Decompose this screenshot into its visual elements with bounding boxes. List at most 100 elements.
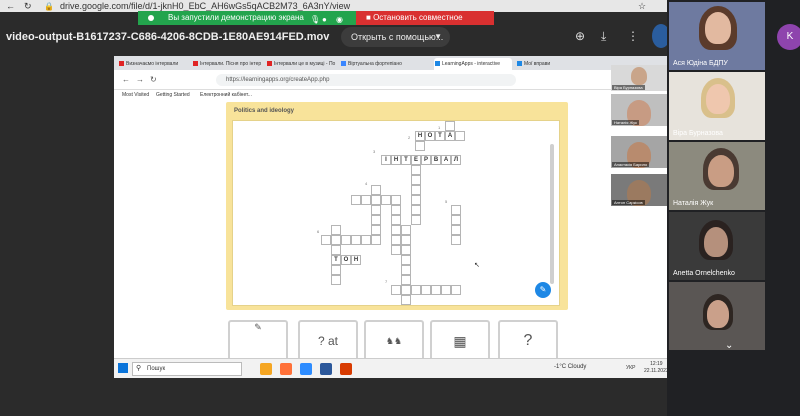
crossword-empty-cell[interactable] (351, 235, 361, 245)
crossword-letter-cell[interactable]: І (381, 155, 391, 165)
zoom-icon[interactable] (300, 363, 312, 375)
star-icon[interactable]: ☆ (638, 0, 646, 12)
back-icon[interactable]: ← (122, 75, 130, 84)
crossword-empty-cell[interactable] (415, 141, 425, 151)
crossword-empty-cell[interactable] (391, 225, 401, 235)
crossword-empty-cell[interactable] (401, 295, 411, 305)
crossword-empty-cell[interactable] (391, 215, 401, 225)
more-options-icon[interactable]: ⋮ (627, 29, 639, 43)
crossword-empty-cell[interactable] (371, 215, 381, 225)
thumbnail-sketch[interactable]: ✎ (228, 320, 288, 362)
crossword-empty-cell[interactable] (381, 195, 391, 205)
crossword-empty-cell[interactable] (391, 235, 401, 245)
crossword-empty-cell[interactable] (391, 245, 401, 255)
crossword-empty-cell[interactable] (401, 275, 411, 285)
crossword-letter-cell[interactable]: А (445, 131, 455, 141)
crossword-empty-cell[interactable] (331, 265, 341, 275)
participant-tile[interactable] (669, 282, 765, 350)
video-player[interactable]: Визначаємо інтервали Інтервали. Пісня пр… (114, 56, 684, 378)
word-icon[interactable] (320, 363, 332, 375)
firefox-icon[interactable] (280, 363, 292, 375)
crossword-empty-cell[interactable] (451, 235, 461, 245)
inner-tab[interactable]: Віртуальна фортепіано (340, 58, 412, 70)
inner-tab[interactable]: Інтервали. Пісня про інтер (192, 58, 264, 70)
crossword-empty-cell[interactable] (401, 265, 411, 275)
crossword-letter-cell[interactable]: Н (415, 131, 425, 141)
crossword-empty-cell[interactable] (411, 185, 421, 195)
refresh-icon[interactable]: ↻ (150, 75, 157, 84)
crossword-empty-cell[interactable] (411, 205, 421, 215)
crossword-empty-cell[interactable] (391, 205, 401, 215)
crossword-empty-cell[interactable] (411, 285, 421, 295)
crossword-empty-cell[interactable] (401, 225, 411, 235)
crossword-empty-cell[interactable] (331, 275, 341, 285)
add-to-drive-icon[interactable]: ⊕ (575, 29, 585, 43)
crossword-empty-cell[interactable] (445, 121, 455, 131)
inner-tab[interactable]: Мої вправи (516, 58, 576, 70)
crossword-letter-cell[interactable]: В (431, 155, 441, 165)
crossword-empty-cell[interactable] (431, 285, 441, 295)
crossword-empty-cell[interactable] (391, 195, 401, 205)
crossword-letter-cell[interactable]: О (341, 255, 351, 265)
crossword-empty-cell[interactable] (331, 225, 341, 235)
crossword-letter-cell[interactable]: Т (401, 155, 411, 165)
participant-tile[interactable]: Наталія Жук (669, 142, 765, 210)
inner-url-field[interactable]: https://learningapps.org/createApp.php (216, 74, 516, 86)
windows-start-icon[interactable] (118, 363, 128, 373)
crossword-letter-cell[interactable]: Р (421, 155, 431, 165)
bookmark[interactable]: Most Visited (122, 92, 149, 98)
crossword-empty-cell[interactable] (401, 255, 411, 265)
stop-sharing-button[interactable]: ■ Остановить совместное использование (356, 11, 494, 36)
forward-icon[interactable]: → (136, 75, 144, 84)
crossword-empty-cell[interactable] (351, 195, 361, 205)
thumbnail-horses[interactable]: ♞♞ (364, 320, 424, 362)
crossword-empty-cell[interactable] (401, 285, 411, 295)
crossword-letter-cell[interactable]: Е (411, 155, 421, 165)
participant-tile[interactable]: Anetta Ornelchenko (669, 212, 765, 280)
account-avatar[interactable]: K (777, 24, 800, 50)
crossword-empty-cell[interactable] (411, 175, 421, 185)
thumbnail-question[interactable]: ? (498, 320, 558, 362)
bookmark[interactable]: Електронний кабінет... (200, 92, 252, 98)
crossword-empty-cell[interactable] (361, 195, 371, 205)
crossword-empty-cell[interactable] (455, 131, 465, 141)
powerpoint-icon[interactable] (340, 363, 352, 375)
taskbar-search[interactable]: ⚲ Пошук (132, 362, 242, 376)
crossword-empty-cell[interactable] (411, 195, 421, 205)
crossword-empty-cell[interactable] (321, 235, 331, 245)
crossword-empty-cell[interactable] (371, 195, 381, 205)
bookmark[interactable]: Getting Started (156, 92, 190, 98)
crossword-letter-cell[interactable]: Л (451, 155, 461, 165)
participant-tile[interactable]: Ася Юдіна БДПУ (669, 2, 765, 70)
crossword-empty-cell[interactable] (451, 285, 461, 295)
crossword-letter-cell[interactable]: Т (331, 255, 341, 265)
crossword-empty-cell[interactable] (441, 285, 451, 295)
participant-tile[interactable]: Віра Бурназова (669, 72, 765, 140)
chevron-down-icon[interactable]: ⌄ (725, 340, 733, 351)
system-clock[interactable]: 12:19 22.11.2023 (644, 361, 669, 375)
crossword-empty-cell[interactable] (341, 235, 351, 245)
crossword-empty-cell[interactable] (401, 245, 411, 255)
crossword-empty-cell[interactable] (401, 235, 411, 245)
crossword-empty-cell[interactable] (411, 165, 421, 175)
crossword-letter-cell[interactable]: Н (351, 255, 361, 265)
file-explorer-icon[interactable] (260, 363, 272, 375)
crossword-letter-cell[interactable]: А (441, 155, 451, 165)
thumbnail-grid[interactable]: ▦ (430, 320, 490, 362)
inner-tab-active[interactable]: LearningApps - interactive (434, 58, 512, 70)
crossword-empty-cell[interactable] (331, 245, 341, 255)
download-icon[interactable]: ⤓ (601, 29, 606, 44)
crossword-empty-cell[interactable] (331, 235, 341, 245)
crossword-empty-cell[interactable] (451, 215, 461, 225)
refresh-icon[interactable]: ↻ (24, 0, 32, 12)
crossword-empty-cell[interactable] (421, 285, 431, 295)
crossword-empty-cell[interactable] (451, 225, 461, 235)
thumbnail-letters[interactable]: ? at (298, 320, 358, 362)
crossword-empty-cell[interactable] (371, 235, 381, 245)
weather-widget[interactable]: -1°C Cloudy (554, 364, 586, 370)
inner-tab[interactable]: Визначаємо інтервали (118, 58, 190, 70)
back-icon[interactable]: ← (6, 0, 15, 12)
crossword-empty-cell[interactable] (391, 285, 401, 295)
language-indicator[interactable]: УКР (626, 365, 635, 371)
check-answers-button[interactable]: ✎ (535, 282, 551, 298)
